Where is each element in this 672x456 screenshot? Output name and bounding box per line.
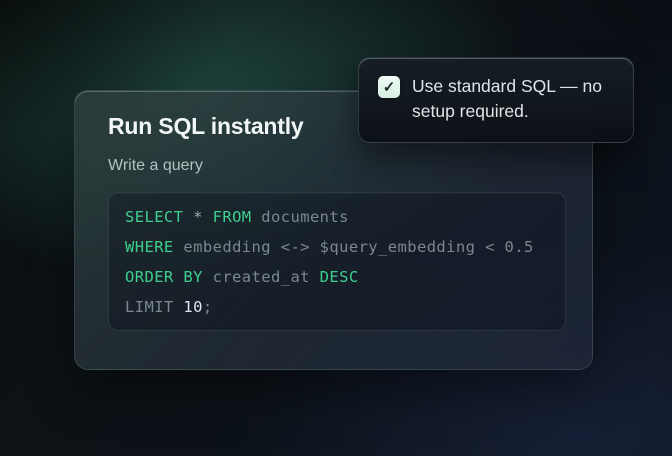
sql-identifier: embedding <-> $query_embedding < 0.5 <box>174 238 534 256</box>
sql-identifier: created_at <box>203 268 320 286</box>
sql-keyword: ORDER BY <box>125 268 203 286</box>
code-line: ORDER BY created_at DESC <box>125 262 549 292</box>
sql-keyword: WHERE <box>125 238 174 256</box>
sql-operator: * <box>183 208 212 226</box>
code-line: WHERE embedding <-> $query_embedding < 0… <box>125 232 549 262</box>
sql-identifier: LIMIT <box>125 298 183 316</box>
standard-sql-callout: ✓ Use standard SQL — no setup required. <box>358 57 634 143</box>
background: Run SQL instantly Write a query SELECT *… <box>0 0 672 456</box>
sql-number: 10 <box>183 298 202 316</box>
sql-identifier: documents <box>252 208 349 226</box>
sql-keyword: FROM <box>213 208 252 226</box>
sql-keyword: DESC <box>320 268 359 286</box>
sql-query-editor[interactable]: SELECT * FROM documents WHERE embedding … <box>108 192 566 331</box>
checkbox-checked[interactable]: ✓ <box>378 76 400 98</box>
checkmark-icon: ✓ <box>383 80 396 95</box>
code-line: SELECT * FROM documents <box>125 202 549 232</box>
sql-keyword: SELECT <box>125 208 183 226</box>
code-line: LIMIT 10; <box>125 292 549 322</box>
query-editor-label: Write a query <box>108 157 559 175</box>
callout-label: Use standard SQL — no setup required. <box>412 74 615 124</box>
sql-identifier: ; <box>203 298 213 316</box>
